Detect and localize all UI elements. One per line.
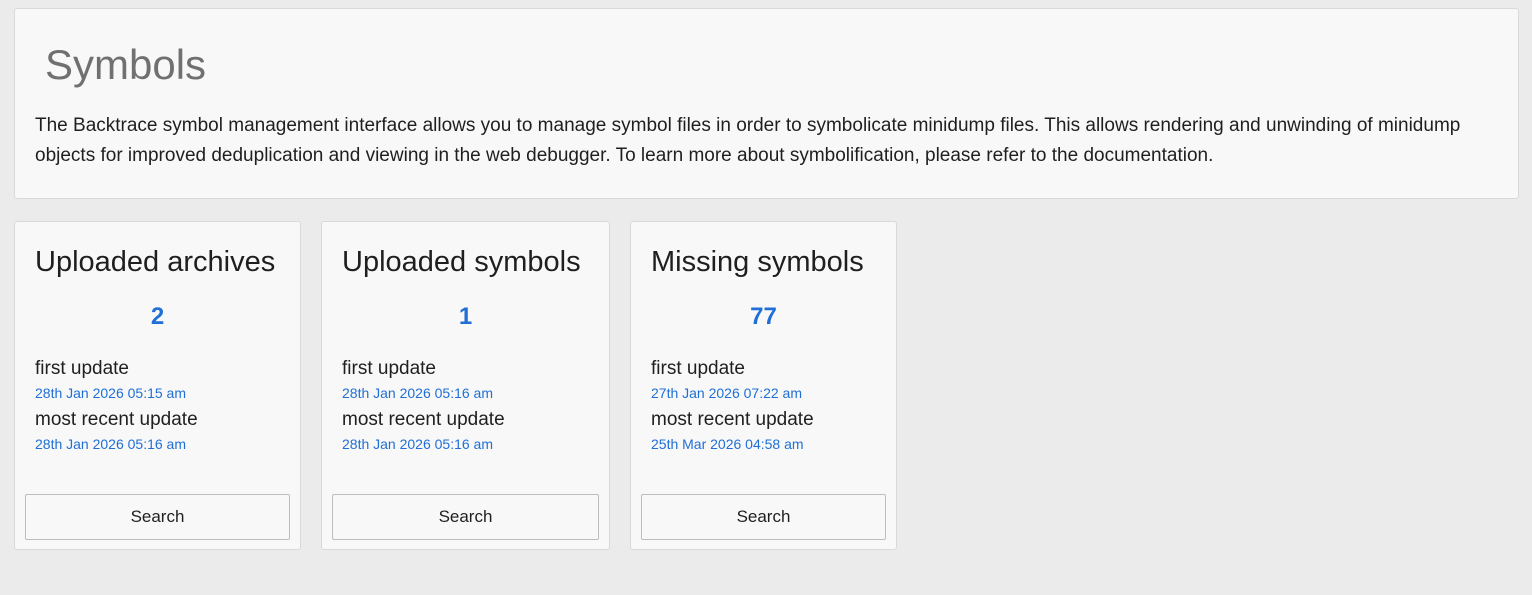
- most-recent-update-date: 28th Jan 2026 05:16 am: [342, 436, 494, 452]
- page-description: The Backtrace symbol management interfac…: [35, 115, 1461, 166]
- missing-symbols-card: Missing symbols 77 first update 27th Jan…: [630, 221, 897, 550]
- first-update-label: first update: [35, 358, 129, 379]
- first-update-label: first update: [342, 358, 436, 379]
- first-update-date: 27th Jan 2026 07:22 am: [651, 385, 803, 401]
- archives-count[interactable]: 2: [15, 302, 300, 332]
- uploaded-symbols-card: Uploaded symbols 1 first update 28th Jan…: [321, 221, 610, 550]
- search-missing-button[interactable]: Search: [641, 494, 886, 540]
- search-symbols-button[interactable]: Search: [332, 494, 599, 540]
- card-title: Uploaded symbols: [342, 246, 581, 278]
- first-update-date: 28th Jan 2026 05:15 am: [35, 385, 187, 401]
- most-recent-update-date: 28th Jan 2026 05:16 am: [35, 436, 187, 452]
- card-title: Missing symbols: [651, 246, 864, 278]
- search-archives-button[interactable]: Search: [25, 494, 290, 540]
- most-recent-update-label: most recent update: [651, 409, 814, 430]
- uploaded-archives-card: Uploaded archives 2 first update 28th Ja…: [14, 221, 301, 550]
- page-title: Symbols: [45, 41, 207, 88]
- symbols-count[interactable]: 1: [322, 302, 609, 332]
- first-update-date: 28th Jan 2026 05:16 am: [342, 385, 494, 401]
- symbols-header-panel: Symbols The Backtrace symbol management …: [14, 8, 1519, 199]
- most-recent-update-date: 25th Mar 2026 04:58 am: [651, 436, 804, 452]
- card-title: Uploaded archives: [35, 246, 276, 278]
- missing-count[interactable]: 77: [631, 302, 896, 332]
- most-recent-update-label: most recent update: [35, 409, 198, 430]
- first-update-label: first update: [651, 358, 745, 379]
- most-recent-update-label: most recent update: [342, 409, 505, 430]
